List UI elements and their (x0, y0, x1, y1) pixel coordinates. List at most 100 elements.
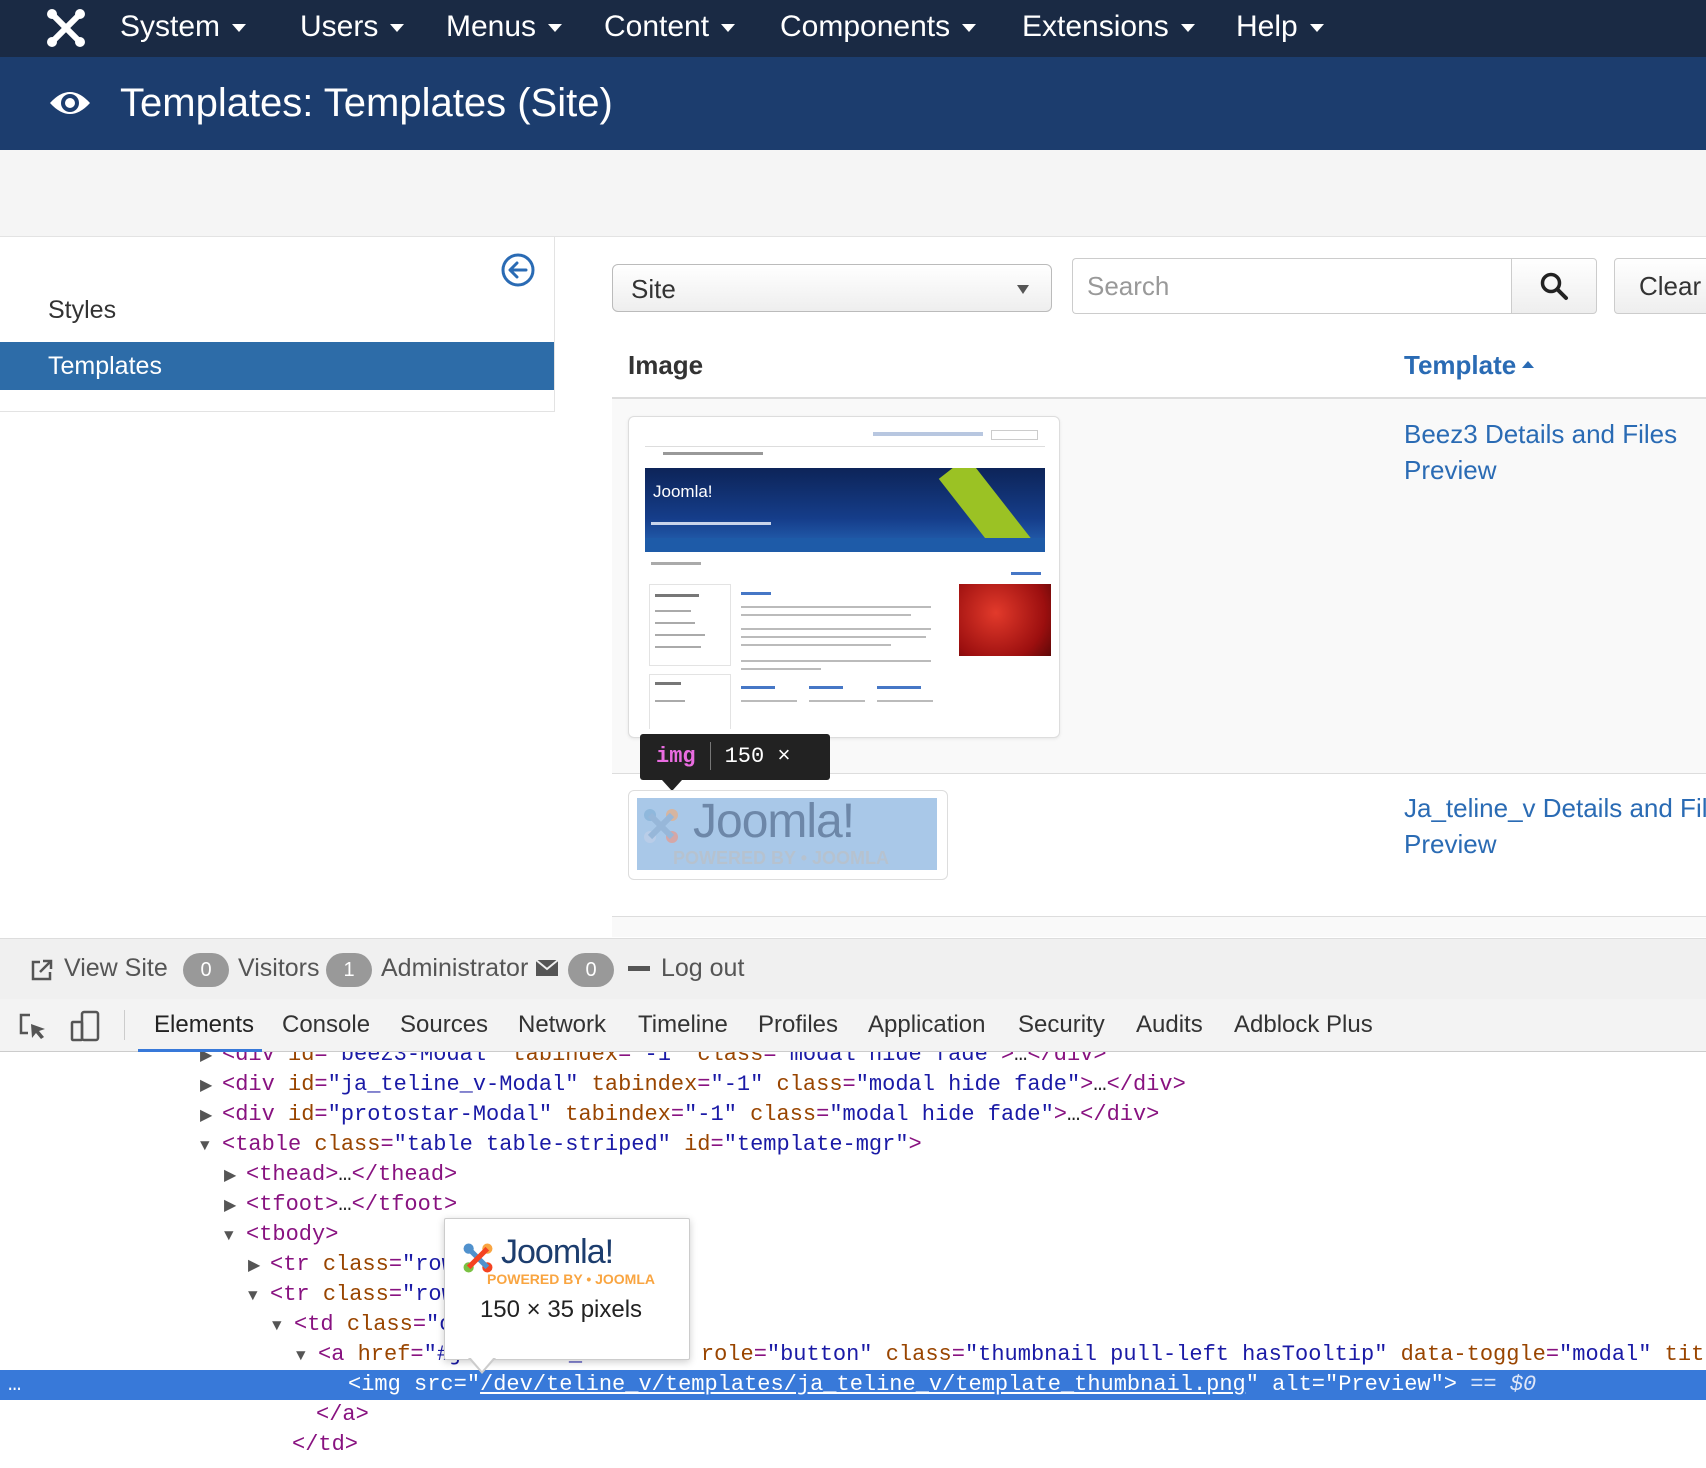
dom-node-protostar-modal[interactable]: ▶ <div id="protostar-Modal" tabindex="-1"… (0, 1100, 1706, 1130)
preview-logo-text: Joomla! (501, 1233, 614, 1271)
devtools-tab-application[interactable]: Application (868, 999, 985, 1051)
caret-down-icon (1180, 24, 1195, 33)
envelope-icon[interactable] (535, 958, 559, 978)
search-button[interactable] (1511, 258, 1597, 314)
dom-node-td-close[interactable]: </td> (0, 1430, 1706, 1460)
devtools-divider (124, 1010, 125, 1040)
devtools-tab-console[interactable]: Console (282, 999, 370, 1051)
preview-link-beez3[interactable]: Preview (1404, 452, 1496, 488)
menu-system[interactable]: System (120, 0, 247, 57)
thumbnail-image: Joomla! (641, 424, 1051, 729)
devtools-tab-adblock-plus[interactable]: Adblock Plus (1234, 999, 1373, 1051)
client-select-value: Site (631, 274, 676, 304)
devtools-tab-timeline[interactable]: Timeline (638, 999, 728, 1051)
thumbnail-sub-text: POWERED BY • JOOMLA (673, 848, 889, 868)
devtools-tab-elements[interactable]: Elements (154, 999, 254, 1051)
messages-count-badge: 0 (568, 953, 614, 987)
device-toolbar-icon[interactable] (70, 1010, 102, 1042)
client-select[interactable]: Site (612, 264, 1052, 312)
view-site-link[interactable]: View Site (64, 938, 168, 998)
sort-asc-icon (1522, 360, 1535, 368)
devtools-toolbar (0, 999, 1706, 1052)
sidebar-item-styles[interactable]: Styles (48, 296, 116, 325)
preview-sub-text: POWERED BY • JOOMLA (487, 1271, 655, 1287)
template-link-beez3[interactable]: Beez3 Details and Files (1404, 416, 1677, 452)
devtools-tab-audits[interactable]: Audits (1136, 999, 1203, 1051)
preview-link-ja-teline-v[interactable]: Preview (1404, 826, 1496, 862)
menu-extensions-label: Extensions (1022, 10, 1169, 43)
eye-icon (50, 92, 90, 114)
dom-node-tfoot[interactable]: ▶ <tfoot>…</tfoot> (0, 1190, 1706, 1220)
logout-link[interactable]: Log out (661, 938, 744, 998)
menu-users-label: Users (300, 10, 379, 43)
menu-content-label: Content (604, 10, 710, 43)
column-header-image: Image (628, 350, 704, 380)
minus-icon (628, 966, 650, 971)
inspect-element-icon[interactable] (18, 1012, 48, 1042)
column-header-template[interactable]: Template (1404, 350, 1535, 381)
thumbnail-logo-text: Joomla! (693, 798, 855, 848)
joomla-icon[interactable] (44, 6, 88, 50)
menu-help-label: Help (1236, 10, 1298, 43)
tooltip-separator (709, 742, 711, 771)
template-link-ja-teline-v[interactable]: Ja_teline_v Details and Files (1404, 790, 1706, 826)
search-icon (1540, 272, 1568, 300)
caret-down-icon (962, 24, 977, 33)
dom-node-tr[interactable]: ▶<tr class="row0">…</tr> (0, 1250, 1706, 1280)
img-src-link[interactable]: /dev/teline_v/templates/ja_teline_v/temp… (480, 1372, 1246, 1397)
menu-content[interactable]: Content (604, 0, 736, 57)
page-title: Templates: Templates (Site) (120, 81, 613, 125)
caret-down-icon (390, 24, 405, 33)
caret-down-icon (548, 24, 563, 33)
devtools-tab-sources[interactable]: Sources (400, 999, 488, 1051)
search-input[interactable] (1072, 258, 1512, 314)
thumbnail-logo-text: Joomla! (653, 482, 713, 501)
toolbar-area (0, 150, 1706, 237)
thumbnail-image: Joomla! POWERED BY • JOOMLA (637, 798, 937, 870)
dom-node-table[interactable]: ▼ <table class="table table-striped" id="… (0, 1130, 1706, 1160)
menu-help[interactable]: Help (1236, 0, 1324, 57)
visitors-label: Visitors (238, 954, 320, 982)
devtools-tab-network[interactable]: Network (518, 999, 606, 1051)
selected-marker: == $0 (1470, 1372, 1537, 1397)
tooltip-tag: img (656, 744, 696, 769)
dom-node-td[interactable]: ▼<td class="center"> (0, 1310, 1706, 1340)
dom-node-tbody[interactable]: ▼ <tbody> (0, 1220, 1706, 1250)
caret-down-icon (721, 24, 736, 33)
menu-menus[interactable]: Menus (446, 0, 563, 57)
column-header-template-label: Template (1404, 350, 1517, 380)
table-row (612, 917, 1706, 937)
caret-down-icon (1309, 24, 1324, 33)
arrow-left-circle-icon[interactable] (500, 252, 536, 288)
sidebar-item-templates[interactable]: Templates (0, 342, 554, 390)
menu-system-label: System (120, 10, 221, 43)
menu-components-label: Components (780, 10, 951, 43)
clear-button[interactable]: Clear (1614, 258, 1706, 314)
visitors-count-badge: 0 (183, 953, 229, 987)
elements-tree: ▶ <div id="beez3-Modal" tabindex="-1" cla… (0, 1052, 1706, 1468)
joomla-icon (644, 809, 678, 843)
dom-node-ja-teline-v-modal[interactable]: ▶ <div id="ja_teline_v-Modal" tabindex="-… (0, 1070, 1706, 1100)
menu-extensions[interactable]: Extensions (1022, 0, 1195, 57)
dom-node-a[interactable]: ▼<a href="#ja_teline_v-Modal" role="butt… (0, 1340, 1706, 1370)
menu-menus-label: Menus (446, 10, 537, 43)
joomla-icon (463, 1243, 493, 1273)
element-size-tooltip: img150 × 35 (640, 734, 830, 815)
external-link-icon (31, 959, 53, 981)
popover-arrow (470, 1357, 494, 1371)
sidebar-item-label: Templates (48, 352, 162, 380)
dom-node-thead[interactable]: ▶ <thead>…</thead> (0, 1160, 1706, 1190)
menu-users[interactable]: Users (300, 0, 405, 57)
administrator-label: Administrator (381, 954, 529, 982)
image-preview-popover: Joomla! POWERED BY • JOOMLA (444, 1218, 690, 1360)
dom-node-tr[interactable]: ▼<tr class="row1"> (0, 1280, 1706, 1310)
admin-count-badge: 1 (326, 953, 372, 987)
devtools-tab-profiles[interactable]: Profiles (758, 999, 838, 1051)
img-alt-value: Preview (1338, 1372, 1431, 1397)
menu-components[interactable]: Components (780, 0, 977, 57)
caret-down-icon (232, 24, 247, 33)
dom-node-beez3-modal[interactable]: ▶ <div id="beez3-Modal" tabindex="-1" cla… (0, 1052, 1706, 1070)
dom-node-a-close[interactable]: </a> (0, 1400, 1706, 1430)
dom-node-img-selected[interactable]: … <img src="/dev/teline_v/templates/ja_te… (0, 1370, 1706, 1400)
devtools-tab-security[interactable]: Security (1018, 999, 1105, 1051)
